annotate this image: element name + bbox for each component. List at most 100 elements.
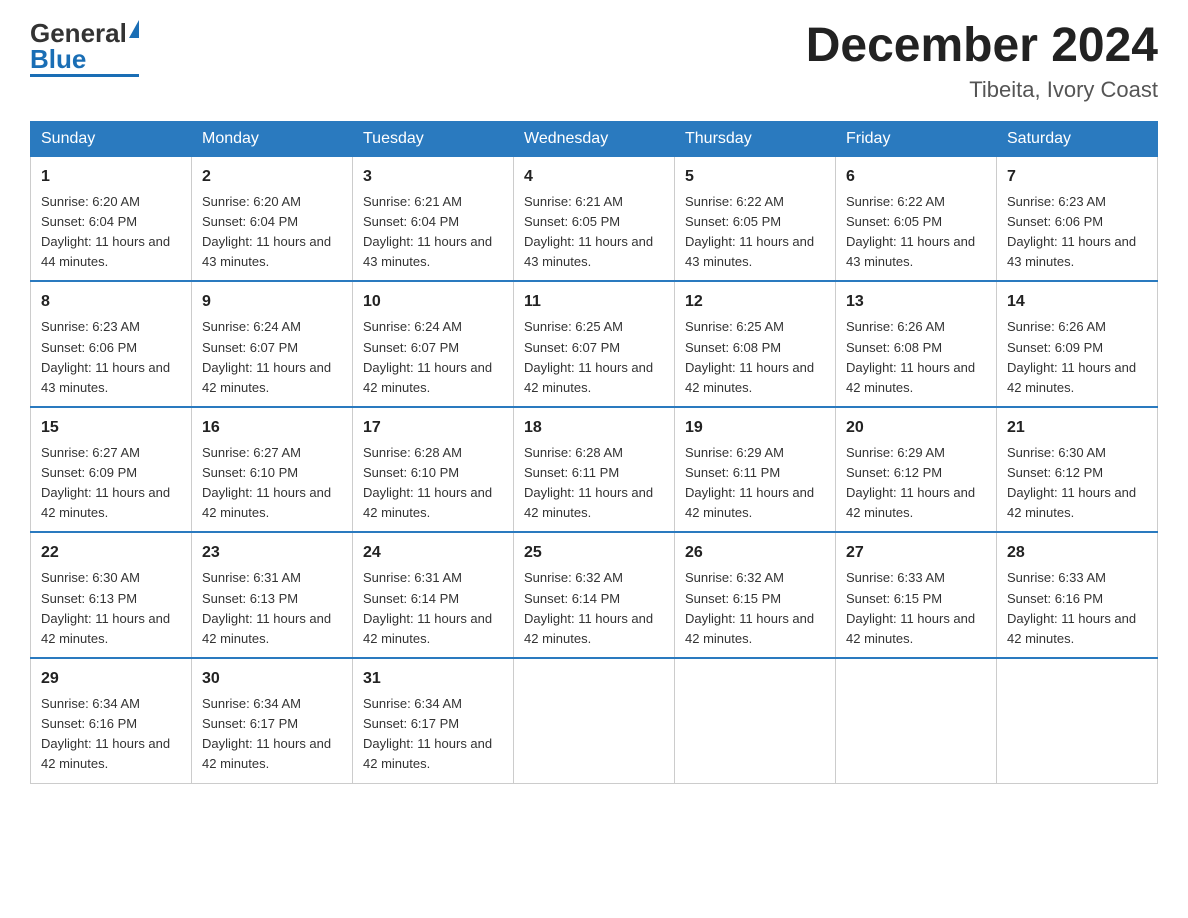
day-number: 8: [41, 290, 181, 314]
table-row: 18 Sunrise: 6:28 AMSunset: 6:11 PMDaylig…: [514, 407, 675, 533]
day-number: 2: [202, 165, 342, 189]
location-title: Tibeita, Ivory Coast: [806, 77, 1158, 103]
day-info: Sunrise: 6:33 AMSunset: 6:16 PMDaylight:…: [1007, 570, 1136, 645]
day-info: Sunrise: 6:32 AMSunset: 6:15 PMDaylight:…: [685, 570, 814, 645]
day-number: 7: [1007, 165, 1147, 189]
day-number: 5: [685, 165, 825, 189]
day-number: 25: [524, 541, 664, 565]
day-number: 1: [41, 165, 181, 189]
table-row: 26 Sunrise: 6:32 AMSunset: 6:15 PMDaylig…: [675, 532, 836, 658]
day-info: Sunrise: 6:30 AMSunset: 6:13 PMDaylight:…: [41, 570, 170, 645]
day-info: Sunrise: 6:26 AMSunset: 6:09 PMDaylight:…: [1007, 319, 1136, 394]
table-row: 7 Sunrise: 6:23 AMSunset: 6:06 PMDayligh…: [997, 156, 1158, 281]
table-row: 4 Sunrise: 6:21 AMSunset: 6:05 PMDayligh…: [514, 156, 675, 281]
table-row: 20 Sunrise: 6:29 AMSunset: 6:12 PMDaylig…: [836, 407, 997, 533]
day-number: 19: [685, 416, 825, 440]
day-info: Sunrise: 6:34 AMSunset: 6:17 PMDaylight:…: [363, 696, 492, 771]
day-number: 24: [363, 541, 503, 565]
day-info: Sunrise: 6:29 AMSunset: 6:12 PMDaylight:…: [846, 445, 975, 520]
day-info: Sunrise: 6:20 AMSunset: 6:04 PMDaylight:…: [41, 194, 170, 269]
day-number: 3: [363, 165, 503, 189]
day-info: Sunrise: 6:24 AMSunset: 6:07 PMDaylight:…: [363, 319, 492, 394]
day-info: Sunrise: 6:24 AMSunset: 6:07 PMDaylight:…: [202, 319, 331, 394]
table-row: 11 Sunrise: 6:25 AMSunset: 6:07 PMDaylig…: [514, 281, 675, 407]
table-row: 29 Sunrise: 6:34 AMSunset: 6:16 PMDaylig…: [31, 658, 192, 783]
day-number: 31: [363, 667, 503, 691]
table-row: 14 Sunrise: 6:26 AMSunset: 6:09 PMDaylig…: [997, 281, 1158, 407]
table-row: 22 Sunrise: 6:30 AMSunset: 6:13 PMDaylig…: [31, 532, 192, 658]
day-info: Sunrise: 6:28 AMSunset: 6:10 PMDaylight:…: [363, 445, 492, 520]
table-row: [675, 658, 836, 783]
table-row: 23 Sunrise: 6:31 AMSunset: 6:13 PMDaylig…: [192, 532, 353, 658]
calendar-week-row: 29 Sunrise: 6:34 AMSunset: 6:16 PMDaylig…: [31, 658, 1158, 783]
day-info: Sunrise: 6:25 AMSunset: 6:07 PMDaylight:…: [524, 319, 653, 394]
day-number: 4: [524, 165, 664, 189]
day-info: Sunrise: 6:27 AMSunset: 6:09 PMDaylight:…: [41, 445, 170, 520]
table-row: 27 Sunrise: 6:33 AMSunset: 6:15 PMDaylig…: [836, 532, 997, 658]
col-sunday: Sunday: [31, 121, 192, 156]
day-info: Sunrise: 6:22 AMSunset: 6:05 PMDaylight:…: [846, 194, 975, 269]
calendar-week-row: 1 Sunrise: 6:20 AMSunset: 6:04 PMDayligh…: [31, 156, 1158, 281]
day-number: 18: [524, 416, 664, 440]
day-info: Sunrise: 6:26 AMSunset: 6:08 PMDaylight:…: [846, 319, 975, 394]
table-row: 31 Sunrise: 6:34 AMSunset: 6:17 PMDaylig…: [353, 658, 514, 783]
col-saturday: Saturday: [997, 121, 1158, 156]
table-row: 10 Sunrise: 6:24 AMSunset: 6:07 PMDaylig…: [353, 281, 514, 407]
table-row: 15 Sunrise: 6:27 AMSunset: 6:09 PMDaylig…: [31, 407, 192, 533]
day-number: 21: [1007, 416, 1147, 440]
table-row: 21 Sunrise: 6:30 AMSunset: 6:12 PMDaylig…: [997, 407, 1158, 533]
day-number: 6: [846, 165, 986, 189]
logo: General Blue: [30, 20, 139, 77]
logo-triangle-icon: [129, 20, 139, 38]
day-number: 16: [202, 416, 342, 440]
table-row: [997, 658, 1158, 783]
calendar-header-row: Sunday Monday Tuesday Wednesday Thursday…: [31, 121, 1158, 156]
table-row: 17 Sunrise: 6:28 AMSunset: 6:10 PMDaylig…: [353, 407, 514, 533]
day-info: Sunrise: 6:21 AMSunset: 6:04 PMDaylight:…: [363, 194, 492, 269]
table-row: 8 Sunrise: 6:23 AMSunset: 6:06 PMDayligh…: [31, 281, 192, 407]
day-info: Sunrise: 6:34 AMSunset: 6:17 PMDaylight:…: [202, 696, 331, 771]
page-header: General Blue December 2024 Tibeita, Ivor…: [30, 20, 1158, 103]
month-title: December 2024: [806, 20, 1158, 73]
col-friday: Friday: [836, 121, 997, 156]
day-number: 12: [685, 290, 825, 314]
table-row: 28 Sunrise: 6:33 AMSunset: 6:16 PMDaylig…: [997, 532, 1158, 658]
day-info: Sunrise: 6:29 AMSunset: 6:11 PMDaylight:…: [685, 445, 814, 520]
table-row: 6 Sunrise: 6:22 AMSunset: 6:05 PMDayligh…: [836, 156, 997, 281]
day-info: Sunrise: 6:33 AMSunset: 6:15 PMDaylight:…: [846, 570, 975, 645]
table-row: 13 Sunrise: 6:26 AMSunset: 6:08 PMDaylig…: [836, 281, 997, 407]
table-row: [836, 658, 997, 783]
logo-underline: [30, 74, 139, 77]
calendar-week-row: 8 Sunrise: 6:23 AMSunset: 6:06 PMDayligh…: [31, 281, 1158, 407]
table-row: 24 Sunrise: 6:31 AMSunset: 6:14 PMDaylig…: [353, 532, 514, 658]
logo-blue-text: Blue: [30, 46, 86, 72]
day-number: 30: [202, 667, 342, 691]
day-number: 23: [202, 541, 342, 565]
calendar-week-row: 22 Sunrise: 6:30 AMSunset: 6:13 PMDaylig…: [31, 532, 1158, 658]
calendar-table: Sunday Monday Tuesday Wednesday Thursday…: [30, 121, 1158, 784]
day-info: Sunrise: 6:32 AMSunset: 6:14 PMDaylight:…: [524, 570, 653, 645]
day-number: 13: [846, 290, 986, 314]
day-info: Sunrise: 6:23 AMSunset: 6:06 PMDaylight:…: [1007, 194, 1136, 269]
col-monday: Monday: [192, 121, 353, 156]
table-row: 1 Sunrise: 6:20 AMSunset: 6:04 PMDayligh…: [31, 156, 192, 281]
day-number: 28: [1007, 541, 1147, 565]
day-info: Sunrise: 6:28 AMSunset: 6:11 PMDaylight:…: [524, 445, 653, 520]
table-row: 25 Sunrise: 6:32 AMSunset: 6:14 PMDaylig…: [514, 532, 675, 658]
day-info: Sunrise: 6:30 AMSunset: 6:12 PMDaylight:…: [1007, 445, 1136, 520]
day-info: Sunrise: 6:23 AMSunset: 6:06 PMDaylight:…: [41, 319, 170, 394]
table-row: 19 Sunrise: 6:29 AMSunset: 6:11 PMDaylig…: [675, 407, 836, 533]
table-row: 9 Sunrise: 6:24 AMSunset: 6:07 PMDayligh…: [192, 281, 353, 407]
day-info: Sunrise: 6:31 AMSunset: 6:14 PMDaylight:…: [363, 570, 492, 645]
day-info: Sunrise: 6:25 AMSunset: 6:08 PMDaylight:…: [685, 319, 814, 394]
day-number: 20: [846, 416, 986, 440]
day-number: 27: [846, 541, 986, 565]
day-number: 14: [1007, 290, 1147, 314]
day-info: Sunrise: 6:20 AMSunset: 6:04 PMDaylight:…: [202, 194, 331, 269]
col-tuesday: Tuesday: [353, 121, 514, 156]
table-row: [514, 658, 675, 783]
day-number: 11: [524, 290, 664, 314]
logo-general-text: General: [30, 20, 127, 46]
table-row: 3 Sunrise: 6:21 AMSunset: 6:04 PMDayligh…: [353, 156, 514, 281]
day-number: 9: [202, 290, 342, 314]
